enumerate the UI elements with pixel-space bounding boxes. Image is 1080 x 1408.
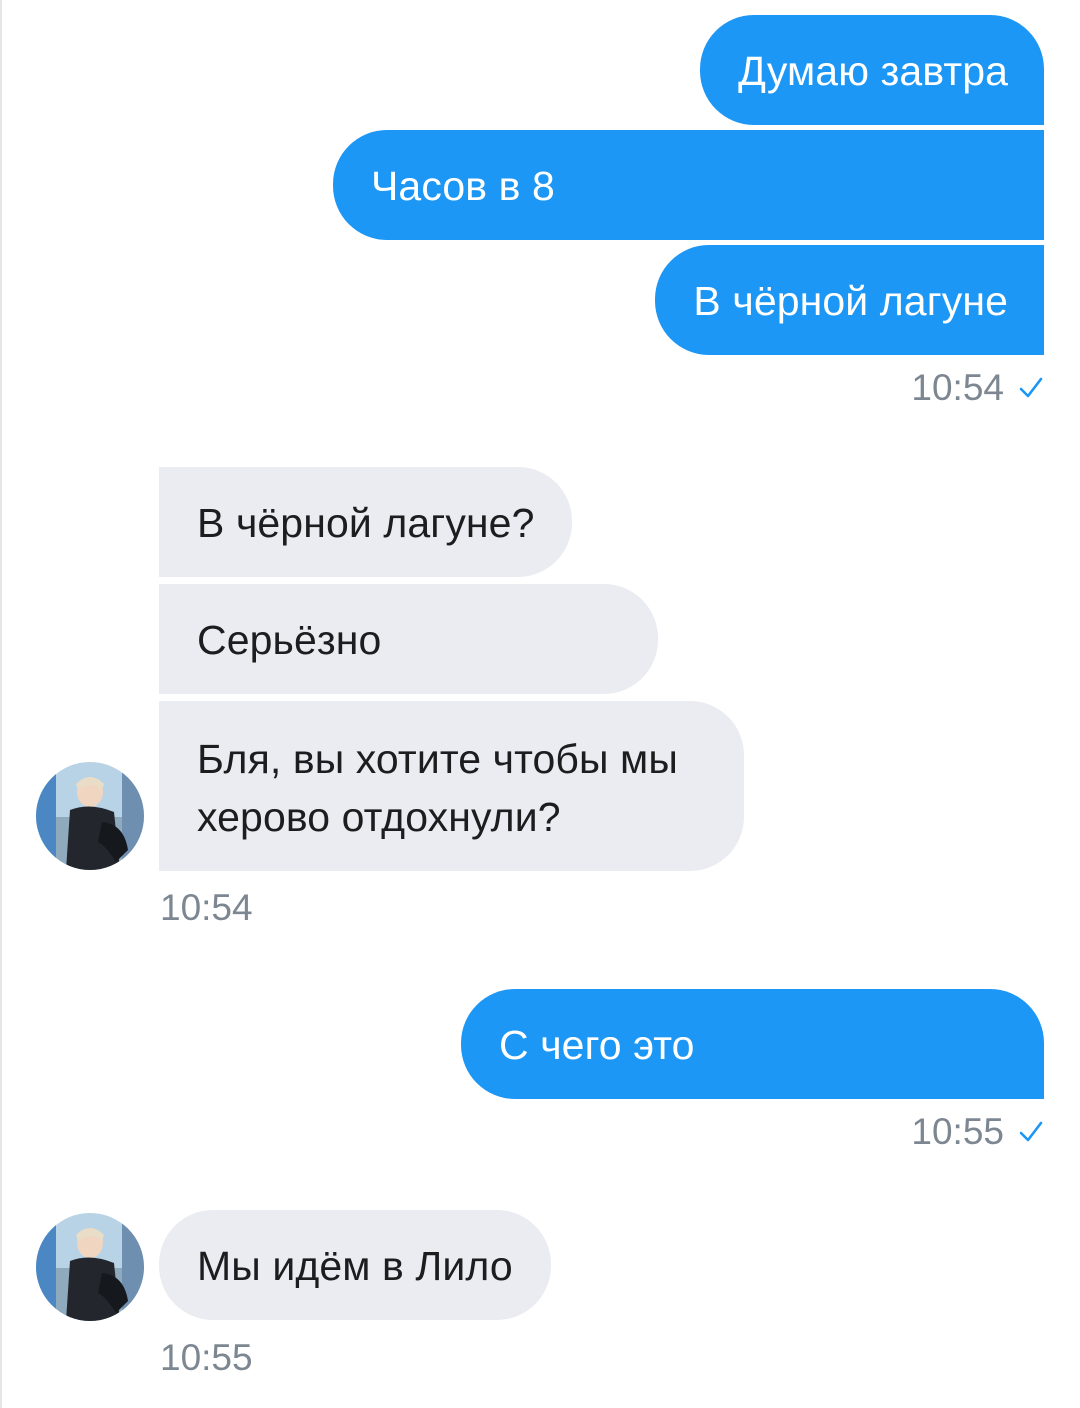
incoming-message[interactable]: Мы идём в Лило	[159, 1210, 551, 1320]
incoming-message[interactable]: Бля, вы хотите чтобы мы херово отдохнули…	[159, 701, 744, 871]
incoming-message[interactable]: Серьёзно	[159, 584, 658, 694]
message-timestamp: 10:54	[160, 887, 253, 928]
message-text-line: Бля, вы хотите чтобы мы	[197, 736, 678, 782]
message-text: Серьёзно	[197, 617, 382, 663]
message-text: В чёрной лагуне?	[197, 500, 535, 546]
user-avatar[interactable]	[36, 1213, 144, 1321]
message-text: В чёрной лагуне	[693, 278, 1008, 324]
outgoing-message[interactable]: В чёрной лагуне	[655, 245, 1044, 355]
sent-check-icon	[1019, 1121, 1043, 1142]
message-text-line: херово отдохнули?	[197, 794, 561, 840]
message-text: Думаю завтра	[738, 48, 1008, 94]
left-edge-divider	[0, 0, 2, 1408]
outgoing-message[interactable]: Думаю завтра	[700, 15, 1044, 125]
user-avatar[interactable]	[36, 762, 144, 870]
message-text: Часов в 8	[371, 163, 555, 209]
message-timestamp: 10:55	[160, 1337, 253, 1378]
message-text: С чего это	[499, 1022, 695, 1068]
message-text: Мы идём в Лило	[197, 1243, 513, 1289]
message-timestamp: 10:54	[911, 368, 1044, 408]
avatar-photo	[36, 1213, 144, 1321]
sent-check-icon	[1019, 377, 1043, 398]
avatar-photo	[36, 762, 144, 870]
message-timestamp: 10:55	[911, 1112, 1044, 1152]
outgoing-message[interactable]: С чего это	[461, 989, 1044, 1099]
outgoing-message[interactable]: Часов в 8	[333, 130, 1044, 240]
incoming-message[interactable]: В чёрной лагуне?	[159, 467, 573, 577]
